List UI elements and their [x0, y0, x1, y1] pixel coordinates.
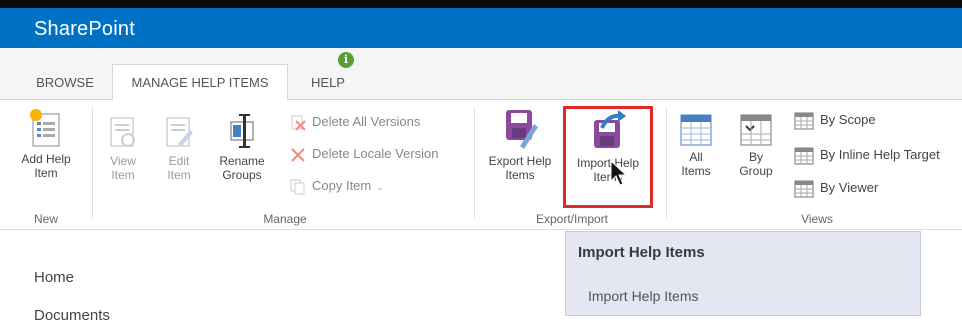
view-item-icon	[110, 117, 135, 147]
suite-bar: SharePoint	[0, 0, 962, 48]
nav-link-home[interactable]: Home	[34, 269, 74, 286]
rename-groups-button[interactable]: Rename Groups	[214, 112, 270, 182]
by-scope-view-icon	[794, 112, 814, 130]
delete-all-versions-button[interactable]: Delete All Versions	[290, 112, 420, 132]
edit-item-icon	[166, 117, 193, 147]
by-inline-help-target-view-button[interactable]: By Inline Help Target	[794, 145, 940, 165]
delete-locale-version-icon	[291, 147, 305, 162]
brand-title[interactable]: SharePoint	[34, 18, 135, 41]
by-group-view-label: By Group	[739, 150, 773, 178]
by-inline-help-target-view-icon	[794, 147, 814, 165]
export-help-items-icon	[506, 110, 538, 149]
tab-help[interactable]: HELP	[298, 66, 358, 100]
nav-link-documents[interactable]: Documents	[34, 307, 110, 324]
add-help-item-label: Add Help Item	[21, 152, 71, 180]
mouse-pointer-icon	[610, 160, 628, 186]
export-help-items-label: Export Help Items	[488, 154, 552, 182]
ribbon-tab-strip: BROWSE MANAGE HELP ITEMS HELP	[0, 48, 962, 101]
group-label-export-import: Export/Import	[535, 212, 609, 226]
copy-item-icon	[290, 179, 305, 195]
by-scope-view-button[interactable]: By Scope	[794, 110, 876, 130]
highlight-box	[563, 106, 653, 208]
by-group-view-icon	[740, 114, 772, 146]
copy-item-button[interactable]: Copy Item ⌄	[290, 176, 384, 196]
rename-groups-icon	[230, 114, 254, 148]
all-items-view-button[interactable]: All Items	[672, 114, 720, 178]
view-item-button[interactable]: View Item	[100, 116, 146, 182]
copy-item-label: Copy Item	[312, 178, 372, 193]
all-items-view-icon	[680, 114, 712, 146]
group-label-manage: Manage	[263, 212, 307, 226]
tooltip-body: Import Help Items	[588, 288, 699, 304]
by-viewer-view-button[interactable]: By Viewer	[794, 178, 878, 198]
add-help-item-icon	[30, 109, 60, 147]
delete-locale-version-label: Delete Locale Version	[312, 146, 439, 161]
by-scope-view-label: By Scope	[820, 112, 876, 127]
group-divider	[92, 108, 93, 218]
info-icon: i	[338, 52, 354, 68]
tooltip-title: Import Help Items	[578, 244, 705, 261]
group-divider	[666, 108, 667, 218]
all-items-view-label: All Items	[681, 150, 711, 178]
edit-item-button[interactable]: Edit Item	[156, 116, 202, 182]
by-viewer-view-icon	[794, 180, 814, 198]
rename-groups-label: Rename Groups	[219, 154, 265, 182]
by-inline-help-target-view-label: By Inline Help Target	[820, 147, 940, 162]
tab-browse[interactable]: BROWSE	[22, 66, 108, 100]
by-viewer-view-label: By Viewer	[820, 180, 879, 195]
delete-all-versions-icon	[291, 115, 306, 131]
delete-all-versions-label: Delete All Versions	[312, 114, 421, 129]
by-group-view-button[interactable]: By Group	[730, 114, 782, 178]
edit-item-label: Edit Item	[167, 154, 191, 182]
chevron-down-icon: ⌄	[376, 182, 384, 192]
group-label-views: Views	[801, 212, 833, 226]
ribbon: Add Help Item New View Item Edit Item Re…	[0, 100, 962, 230]
group-divider	[474, 108, 475, 218]
tab-manage-help-items[interactable]: MANAGE HELP ITEMS	[112, 64, 288, 101]
add-help-item-button[interactable]: Add Help Item	[10, 108, 82, 180]
delete-locale-version-button[interactable]: Delete Locale Version	[290, 144, 438, 164]
tooltip: Import Help Items Import Help Items	[565, 231, 921, 316]
view-item-label: View Item	[110, 154, 136, 182]
group-label-new: New	[33, 212, 58, 226]
export-help-items-button[interactable]: Export Help Items	[480, 106, 560, 182]
